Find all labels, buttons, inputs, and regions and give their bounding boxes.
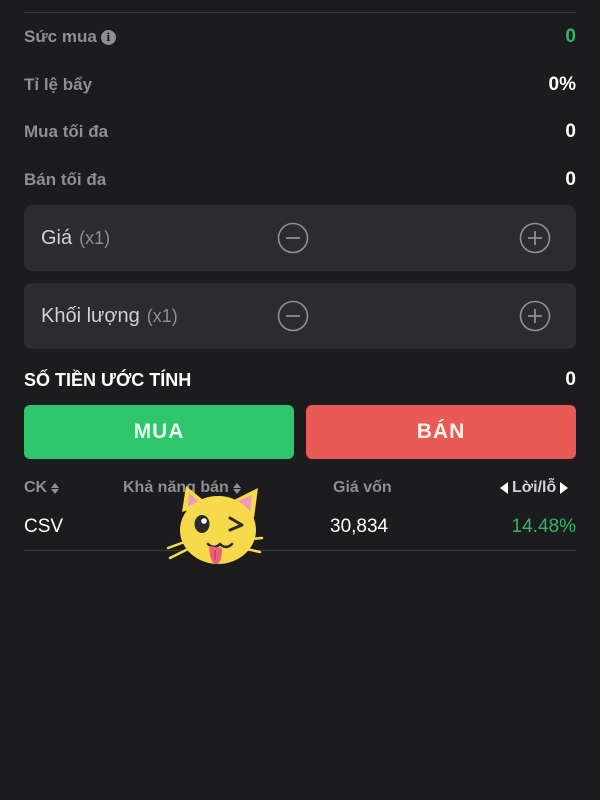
buying-power-label: Sức mua bbox=[24, 27, 97, 46]
volume-increase-button[interactable] bbox=[519, 300, 551, 332]
volume-input[interactable]: Khối lượng (x1) bbox=[24, 283, 576, 349]
leverage-row: Tỉ lệ bẩy 0% bbox=[24, 71, 576, 99]
column-symbol-header[interactable]: CK bbox=[24, 476, 60, 500]
max-sell-label: Bán tối đa bbox=[24, 170, 107, 189]
max-buy-row: Mua tối đa 0 bbox=[24, 118, 576, 146]
row-cost-price: 30,834 bbox=[330, 516, 389, 537]
column-cost-price-header: Giá vốn bbox=[333, 479, 392, 496]
buy-button[interactable]: MUA bbox=[24, 405, 294, 459]
column-profit-loss-header[interactable]: Lời/lỗ bbox=[500, 476, 569, 500]
estimate-label: SỐ TIỀN ƯỚC TÍNH bbox=[24, 369, 192, 390]
sell-button[interactable]: BÁN bbox=[306, 405, 576, 459]
volume-multiplier: (x1) bbox=[146, 305, 178, 326]
table-row[interactable]: CSV 30,834 14.48% bbox=[0, 510, 600, 544]
leverage-value: 0% bbox=[548, 74, 576, 95]
row-symbol: CSV bbox=[24, 516, 64, 537]
caret-right-icon[interactable] bbox=[560, 482, 569, 494]
winking-cat-sticker bbox=[166, 486, 264, 564]
minus-circle-icon bbox=[277, 222, 309, 254]
price-decrease-button[interactable] bbox=[277, 222, 309, 254]
estimate-value: 0 bbox=[565, 369, 576, 390]
max-sell-row: Bán tối đa 0 bbox=[24, 166, 576, 194]
plus-circle-icon bbox=[519, 300, 551, 332]
leverage-label: Tỉ lệ bẩy bbox=[24, 75, 93, 94]
buying-power-value: 0 bbox=[565, 26, 576, 47]
estimate-row: SỐ TIỀN ƯỚC TÍNH 0 bbox=[24, 366, 576, 394]
info-icon[interactable]: i bbox=[100, 29, 116, 45]
row-profit-loss: 14.48% bbox=[511, 516, 576, 537]
row-divider bbox=[24, 550, 576, 551]
max-buy-value: 0 bbox=[565, 121, 576, 142]
price-input[interactable]: Giá (x1) bbox=[24, 205, 576, 271]
max-buy-label: Mua tối đa bbox=[24, 122, 109, 141]
price-increase-button[interactable] bbox=[519, 222, 551, 254]
price-label: Giá bbox=[41, 226, 73, 249]
holdings-table-header: CK Khả năng bán Giá vốn Lời/lỗ bbox=[0, 476, 600, 500]
caret-left-icon[interactable] bbox=[500, 482, 508, 494]
top-divider bbox=[24, 12, 576, 13]
plus-circle-icon bbox=[519, 222, 551, 254]
max-sell-value: 0 bbox=[565, 169, 576, 190]
price-multiplier: (x1) bbox=[79, 227, 111, 248]
volume-label: Khối lượng bbox=[41, 304, 140, 327]
volume-decrease-button[interactable] bbox=[277, 300, 309, 332]
sort-icon bbox=[51, 482, 60, 494]
minus-circle-icon bbox=[277, 300, 309, 332]
buying-power-row: Sức mua i 0 bbox=[24, 23, 576, 51]
